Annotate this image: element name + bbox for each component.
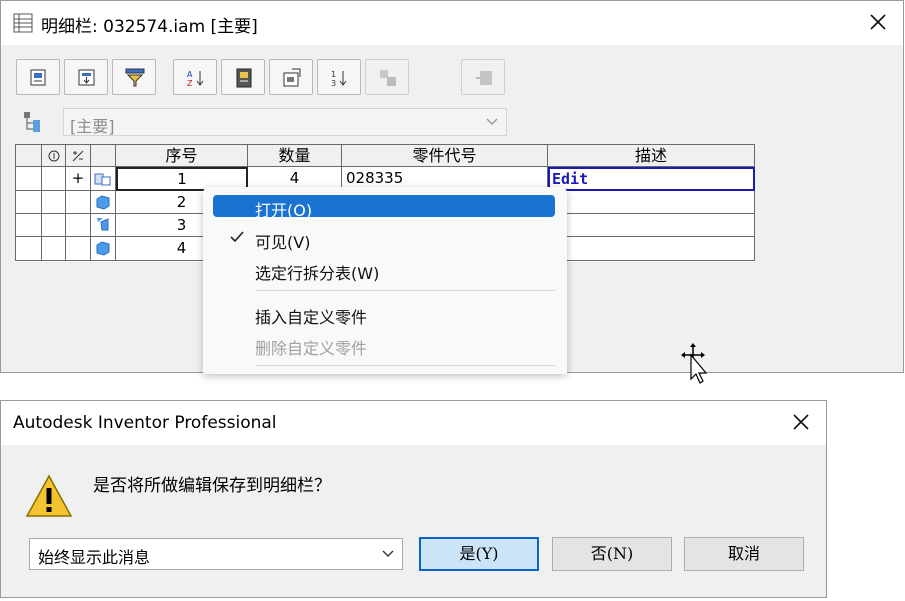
bom-view-icon: [24, 112, 40, 132]
row-desc-cell-editing[interactable]: Edit: [548, 167, 755, 191]
no-button[interactable]: 否(N): [552, 537, 672, 571]
menu-item-split-table[interactable]: 选定行拆分表(W): [213, 258, 555, 283]
menu-item-label: 插入自定义零件: [255, 308, 368, 327]
filter-icon: [125, 68, 145, 87]
bom-titlebar: 明细栏: 032574.iam [主要]: [1, 1, 903, 45]
column-chooser-button[interactable]: [461, 59, 505, 95]
cancel-button[interactable]: 取消: [684, 537, 804, 571]
context-menu: 打开(O) 可见(V) 选定行拆分表(W) 插入自定义零件 删除自定义零件: [203, 187, 567, 374]
part-number-icon: [283, 68, 301, 87]
row-type-cell: [91, 167, 116, 191]
row-desc-cell[interactable]: [548, 214, 755, 237]
grid-header-icon: [91, 144, 116, 167]
menu-item-insert-custom-part[interactable]: 插入自定义零件: [213, 302, 555, 327]
grid-corner: [15, 144, 42, 167]
svg-text:3: 3: [331, 79, 336, 88]
row-balloon-cell: [42, 191, 66, 214]
yes-button[interactable]: 是(Y): [419, 537, 539, 571]
part-icon: [96, 241, 110, 256]
chevron-down-icon: [382, 550, 394, 557]
grid-header-desc[interactable]: 描述: [548, 144, 755, 167]
bom-view-select[interactable]: [主要]: [63, 108, 507, 136]
row-expand-toggle: [66, 237, 91, 261]
warning-icon: [25, 474, 73, 517]
expand-all-icon: [72, 150, 84, 162]
part-icon: [96, 195, 110, 210]
row-selector[interactable]: [15, 237, 42, 261]
export-button[interactable]: [221, 59, 265, 95]
chevron-down-icon: [486, 118, 498, 125]
filter-button[interactable]: [112, 59, 156, 95]
grid-header-seq[interactable]: 序号: [116, 144, 248, 167]
grid-header-qty[interactable]: 数量: [248, 144, 342, 167]
row-balloon-cell: [42, 214, 66, 237]
part-number-button[interactable]: [269, 59, 313, 95]
sort-az-icon: AZ: [187, 70, 204, 88]
sheet-metal-part-icon: [97, 218, 109, 231]
row-type-cell: [91, 214, 116, 237]
row-expand-toggle[interactable]: +: [66, 167, 91, 191]
save-confirm-dialog: Autodesk Inventor Professional 是否将所做编辑保存…: [0, 400, 827, 598]
structure-icon: [78, 69, 95, 86]
menu-item-label: 打开(O): [255, 201, 313, 220]
svg-text:1: 1: [331, 70, 336, 79]
row-selector[interactable]: [15, 191, 42, 214]
menu-separator: [255, 290, 555, 291]
bom-settings-button[interactable]: [16, 59, 60, 95]
message-display-select-value: 始终显示此消息: [38, 548, 151, 567]
close-icon[interactable]: [865, 9, 891, 35]
grid-header-part-no[interactable]: 零件代号: [342, 144, 548, 167]
menu-separator: [255, 365, 555, 366]
bom-view-select-value: [主要]: [70, 117, 115, 136]
dialog-titlebar: Autodesk Inventor Professional: [1, 401, 826, 445]
menu-item-label: 删除自定义零件: [255, 339, 368, 358]
structure-button[interactable]: [64, 59, 108, 95]
renumber-button[interactable]: 13: [317, 59, 361, 95]
table-icon: [13, 13, 33, 33]
grid-header-expand[interactable]: [66, 144, 91, 167]
close-icon[interactable]: [790, 411, 812, 433]
dialog-title: Autodesk Inventor Professional: [13, 413, 277, 433]
row-desc-cell[interactable]: [548, 191, 755, 214]
row-selector[interactable]: [15, 167, 42, 191]
row-selector[interactable]: [15, 214, 42, 237]
move-cursor-icon: [681, 343, 708, 384]
column-chooser-icon: [476, 71, 492, 85]
bom-window-title: 明细栏: 032574.iam [主要]: [41, 17, 258, 37]
renumber-icon: 13: [331, 70, 347, 88]
row-balloon-cell: [42, 237, 66, 261]
export-icon: [236, 68, 252, 88]
message-display-select[interactable]: 始终显示此消息: [29, 538, 403, 570]
dialog-message: 是否将所做编辑保存到明细栏？: [93, 476, 331, 496]
row-balloon-cell: [42, 167, 66, 191]
row-type-cell: [91, 237, 116, 261]
grid-header-balloon[interactable]: [42, 144, 66, 167]
merge-button[interactable]: [365, 59, 409, 95]
menu-item-delete-custom-part: 删除自定义零件: [213, 333, 555, 358]
menu-item-visible[interactable]: 可见(V): [213, 227, 555, 252]
merge-icon: [380, 70, 396, 86]
assembly-icon: [94, 173, 111, 186]
row-expand-toggle: [66, 191, 91, 214]
row-expand-toggle: [66, 214, 91, 237]
bom-settings-icon: [30, 69, 46, 86]
bom-window: 明细栏: 032574.iam [主要] AZ 13 [主要] 序号 数量 零件…: [0, 0, 904, 384]
svg-text:Z: Z: [187, 79, 193, 88]
menu-item-label: 选定行拆分表(W): [255, 264, 380, 283]
row-desc-cell[interactable]: [548, 237, 755, 261]
row-type-cell: [91, 191, 116, 214]
sort-button[interactable]: AZ: [173, 59, 217, 95]
checkmark-icon: [230, 231, 244, 243]
menu-item-open[interactable]: 打开(O): [213, 195, 555, 220]
balloon-icon: [48, 150, 59, 162]
svg-text:A: A: [187, 70, 193, 79]
menu-item-label: 可见(V): [255, 233, 311, 252]
